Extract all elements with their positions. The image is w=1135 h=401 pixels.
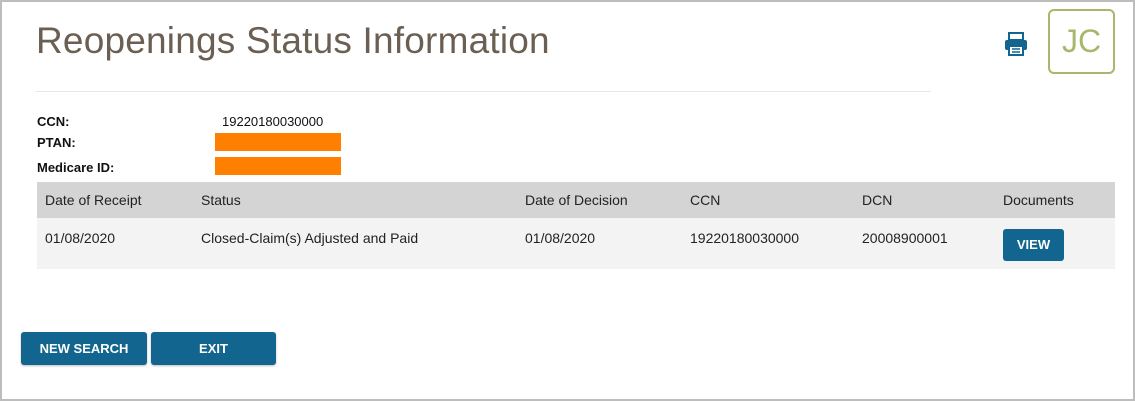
medicare-id-redaction [215, 157, 341, 175]
column-header-date-of-receipt: Date of Receipt [37, 182, 193, 218]
cell-date-of-receipt: 01/08/2020 [37, 218, 193, 269]
page-title: Reopenings Status Information [36, 20, 550, 61]
column-header-dcn: DCN [854, 182, 995, 218]
cell-documents: VIEW [995, 218, 1115, 269]
ptan-redaction [215, 133, 341, 151]
medicare-id-label: Medicare ID: [37, 160, 115, 175]
page-frame: Reopenings Status Information JC CCN: 19… [0, 0, 1135, 401]
results-table: Date of Receipt Status Date of Decision … [37, 182, 1115, 269]
ptan-label: PTAN: [37, 135, 76, 150]
column-header-ccn: CCN [682, 182, 854, 218]
cell-dcn: 20008900001 [854, 218, 995, 269]
avatar[interactable]: JC [1048, 9, 1115, 74]
table-header-row: Date of Receipt Status Date of Decision … [37, 182, 1115, 218]
column-header-status: Status [193, 182, 517, 218]
ccn-label: CCN: [37, 114, 70, 129]
column-header-date-of-decision: Date of Decision [517, 182, 682, 218]
exit-button[interactable]: EXIT [151, 332, 276, 365]
cell-ccn: 19220180030000 [682, 218, 854, 269]
cell-status: Closed-Claim(s) Adjusted and Paid [193, 218, 517, 269]
view-document-button[interactable]: VIEW [1003, 228, 1064, 261]
table-row: 01/08/2020 Closed-Claim(s) Adjusted and … [37, 218, 1115, 269]
cell-date-of-decision: 01/08/2020 [517, 218, 682, 269]
new-search-button[interactable]: NEW SEARCH [21, 332, 147, 365]
printer-icon[interactable] [1003, 32, 1029, 56]
column-header-documents: Documents [995, 182, 1115, 218]
ccn-value: 19220180030000 [222, 114, 324, 129]
title-divider [36, 91, 931, 92]
